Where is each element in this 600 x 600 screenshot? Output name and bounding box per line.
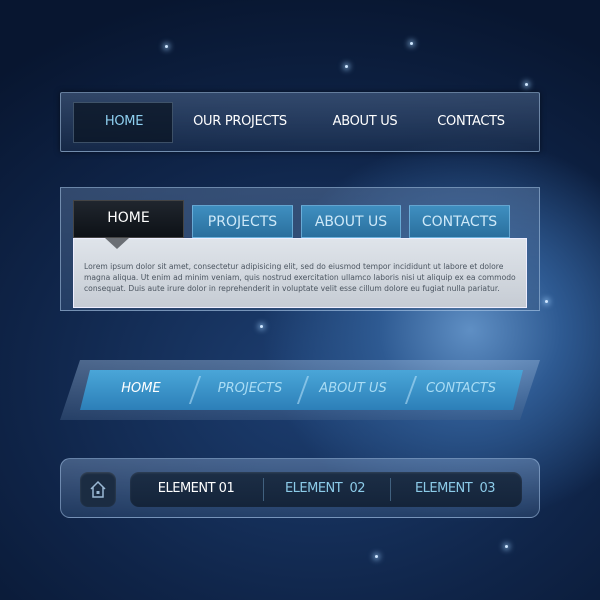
home-button[interactable] (80, 472, 116, 507)
element-01[interactable]: ELEMENT 01 (158, 481, 235, 496)
home-icon (90, 480, 106, 498)
star (545, 300, 548, 303)
tab-home[interactable]: HOME (73, 200, 184, 238)
element-03[interactable]: ELEMENT 03 (415, 481, 496, 496)
active-tab-arrow (105, 238, 129, 249)
separator (390, 478, 391, 501)
star (505, 545, 508, 548)
nav3-projects[interactable]: PROJECTS (218, 381, 282, 396)
star (345, 65, 348, 68)
star (410, 42, 413, 45)
star (260, 325, 263, 328)
tabbed-nav-panel: HOME PROJECTS ABOUT US CONTACTS Lorem ip… (60, 187, 540, 311)
tab-content: Lorem ipsum dolor sit amet, consectetur … (73, 238, 527, 308)
nav3-home[interactable]: HOME (121, 381, 160, 396)
nav1-home[interactable]: HOME (105, 93, 144, 151)
nav1-about-us[interactable]: ABOUT US (333, 93, 398, 151)
star (165, 45, 168, 48)
star (525, 83, 528, 86)
top-nav-bar: HOME OUR PROJECTS ABOUT US CONTACTS (60, 92, 540, 152)
element-02[interactable]: ELEMENT 02 (285, 481, 366, 496)
star (375, 555, 378, 558)
nav1-our-projects[interactable]: OUR PROJECTS (193, 93, 287, 151)
tab-projects[interactable]: PROJECTS (192, 205, 293, 238)
tab-about-us[interactable]: ABOUT US (301, 205, 401, 238)
nav3-contacts[interactable]: CONTACTS (426, 381, 496, 396)
tab-contacts[interactable]: CONTACTS (409, 205, 510, 238)
nav3-about-us[interactable]: ABOUT US (319, 381, 386, 396)
separator (263, 478, 264, 501)
nav1-contacts[interactable]: CONTACTS (437, 93, 505, 151)
